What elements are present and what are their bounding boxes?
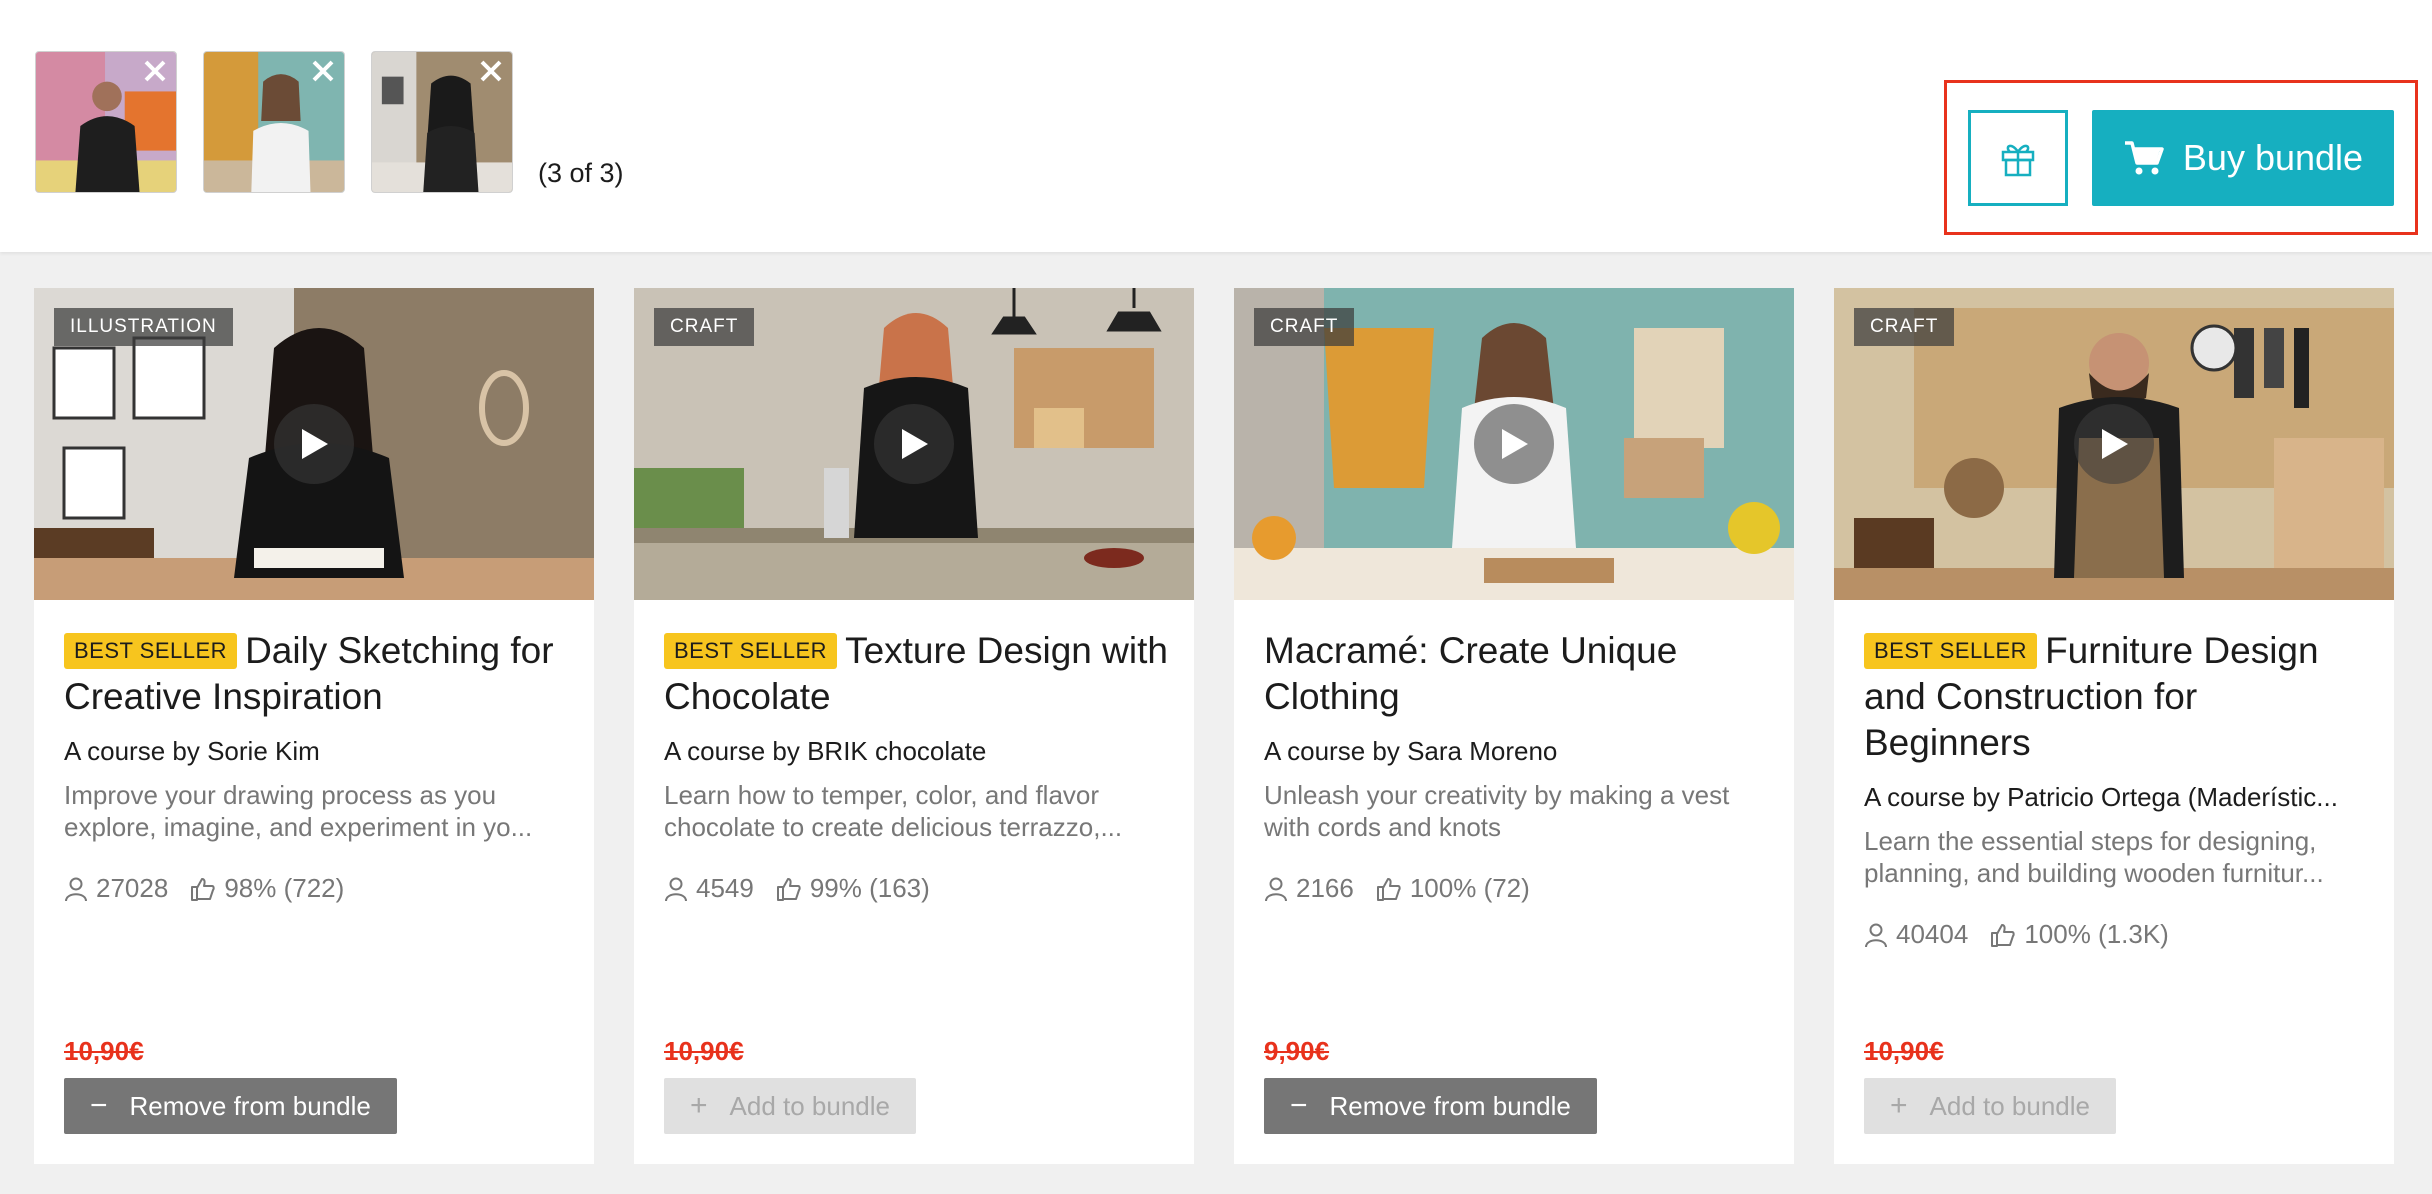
cart-icon xyxy=(2124,141,2164,175)
rating-value: 100% (1.3K) xyxy=(2024,919,2169,949)
category-tag: CRAFT xyxy=(1254,308,1355,346)
course-price: 10,90€ xyxy=(1864,1036,1944,1066)
course-card[interactable]: CRAFT BEST SELLER Texture Design with Cho… xyxy=(634,288,1194,1164)
action-label: Add to bundle xyxy=(729,1090,890,1121)
gift-icon xyxy=(2001,144,2035,177)
thumbs-up-icon xyxy=(1991,923,2015,947)
course-title[interactable]: Macramé: Create Unique Clothing xyxy=(1264,628,1769,720)
students-count: 2166 xyxy=(1296,873,1354,903)
course-info: Macramé: Create Unique Clothing A course… xyxy=(1264,628,1769,904)
rating-value: 99% (163) xyxy=(809,873,930,903)
course-title[interactable]: BEST SELLER Daily Sketching for Creative … xyxy=(64,628,569,720)
course-price: 10,90€ xyxy=(64,1036,144,1066)
rating-stat: 100% (1.3K) xyxy=(1990,919,2169,950)
category-tag: CRAFT xyxy=(1854,308,1955,346)
play-button[interactable] xyxy=(1474,404,1554,484)
action-label: Add to bundle xyxy=(1929,1090,2090,1121)
category-tag: CRAFT xyxy=(654,308,755,346)
course-video-thumbnail[interactable]: CRAFT xyxy=(1234,288,1794,600)
best-seller-badge: BEST SELLER xyxy=(664,633,838,669)
course-description: Improve your drawing process as you expl… xyxy=(64,780,533,842)
course-card[interactable]: CRAFT Macramé: Create Unique Clothing A … xyxy=(1234,288,1794,1164)
category-tag: ILLUSTRATION xyxy=(54,308,233,346)
action-label: Remove from bundle xyxy=(1329,1090,1571,1121)
bundle-thumbnail-1[interactable] xyxy=(35,51,177,193)
course-info: BEST SELLER Texture Design with Chocolate… xyxy=(664,628,1169,904)
course-price: 10,90€ xyxy=(664,1036,744,1066)
course-video-thumbnail[interactable]: CRAFT xyxy=(634,288,1194,600)
add-to-bundle-button[interactable]: + Add to bundle xyxy=(1864,1078,2116,1134)
user-icon xyxy=(65,877,87,901)
play-button[interactable] xyxy=(274,404,354,484)
course-author[interactable]: A course by Sorie Kim xyxy=(64,736,569,767)
students-stat: 4549 xyxy=(664,873,754,904)
course-video-thumbnail[interactable]: CRAFT xyxy=(1834,288,2394,600)
buy-bundle-button[interactable]: Buy bundle xyxy=(2092,110,2394,206)
remove-from-bundle-button[interactable]: − Remove from bundle xyxy=(64,1078,397,1134)
rating-stat: 98% (722) xyxy=(190,873,344,904)
bundle-count: (3 of 3) xyxy=(538,158,624,188)
course-title[interactable]: BEST SELLER Furniture Design and Construc… xyxy=(1864,628,2369,766)
plus-icon: + xyxy=(690,1089,708,1122)
course-price: 9,90€ xyxy=(1264,1036,1330,1066)
play-icon xyxy=(902,429,928,459)
action-label: Remove from bundle xyxy=(129,1090,371,1121)
course-author[interactable]: A course by Sara Moreno xyxy=(1264,736,1769,767)
thumbs-up-icon xyxy=(776,877,801,901)
play-button[interactable] xyxy=(874,404,954,484)
minus-icon: − xyxy=(90,1089,108,1122)
rating-value: 100% (72) xyxy=(1409,873,1530,903)
students-stat: 40404 xyxy=(1864,919,1968,950)
course-description: Learn the essential steps for designing,… xyxy=(1864,826,2324,888)
course-card[interactable]: CRAFT BEST SELLER Furniture Design and Co… xyxy=(1834,288,2394,1164)
course-description: Learn how to temper, color, and flavor c… xyxy=(664,780,1123,842)
course-stats: 40404 100% (1.3K) xyxy=(1864,919,2369,950)
best-seller-badge: BEST SELLER xyxy=(1864,633,2038,669)
play-icon xyxy=(2102,429,2128,459)
bundle-thumbnail-3[interactable] xyxy=(371,51,513,193)
play-icon xyxy=(302,429,328,459)
thumbs-up-icon xyxy=(191,877,215,901)
add-to-bundle-button[interactable]: + Add to bundle xyxy=(664,1078,916,1134)
play-button[interactable] xyxy=(2074,404,2154,484)
user-icon xyxy=(1265,877,1287,901)
user-icon xyxy=(665,877,687,901)
students-stat: 2166 xyxy=(1264,873,1354,904)
buy-bundle-label: Buy bundle xyxy=(2182,137,2364,178)
play-icon xyxy=(1502,429,1528,459)
rating-value: 98% (722) xyxy=(224,873,345,903)
plus-icon: + xyxy=(1890,1089,1908,1122)
course-author[interactable]: A course by Patricio Ortega (Maderístic.… xyxy=(1864,782,2369,813)
course-info: BEST SELLER Daily Sketching for Creative … xyxy=(64,628,569,904)
students-count: 27028 xyxy=(96,873,169,903)
course-stats: 4549 99% (163) xyxy=(664,873,1169,904)
bundle-thumbnail-2[interactable] xyxy=(203,51,345,193)
rating-stat: 100% (72) xyxy=(1376,873,1530,904)
remove-thumbnail-close-icon[interactable] xyxy=(478,58,504,84)
gift-button[interactable] xyxy=(1968,110,2068,206)
remove-thumbnail-close-icon[interactable] xyxy=(142,58,168,84)
course-title[interactable]: BEST SELLER Texture Design with Chocolate xyxy=(664,628,1169,720)
students-count: 4549 xyxy=(696,873,754,903)
course-stats: 2166 100% (72) xyxy=(1264,873,1769,904)
rating-stat: 99% (163) xyxy=(776,873,930,904)
students-count: 40404 xyxy=(1896,919,1969,949)
minus-icon: − xyxy=(1290,1089,1308,1122)
user-icon xyxy=(1865,923,1887,947)
course-stats: 27028 98% (722) xyxy=(64,873,569,904)
thumbs-up-icon xyxy=(1376,877,1401,901)
course-info: BEST SELLER Furniture Design and Construc… xyxy=(1864,628,2369,950)
course-author[interactable]: A course by BRIK chocolate xyxy=(664,736,1169,767)
course-video-thumbnail[interactable]: ILLUSTRATION xyxy=(34,288,594,600)
remove-from-bundle-button[interactable]: − Remove from bundle xyxy=(1264,1078,1597,1134)
remove-thumbnail-close-icon[interactable] xyxy=(310,58,336,84)
course-description: Unleash your creativity by making a vest… xyxy=(1264,780,1730,842)
bundle-bar: (3 of 3) Buy bundle xyxy=(0,0,2432,252)
best-seller-badge: BEST SELLER xyxy=(64,633,238,669)
course-card[interactable]: ILLUSTRATION BEST SELLER Daily Sketching … xyxy=(34,288,594,1164)
students-stat: 27028 xyxy=(64,873,168,904)
